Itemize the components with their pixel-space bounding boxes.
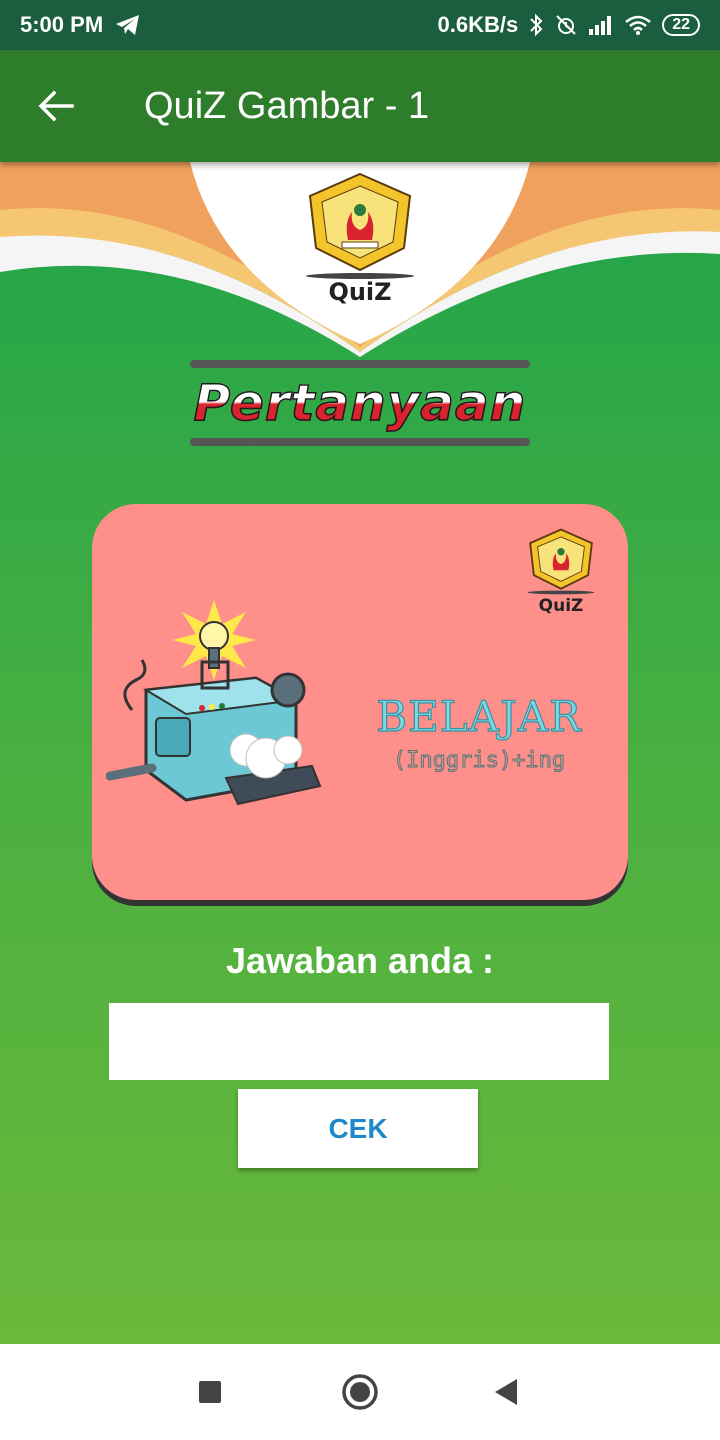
recent-apps-button[interactable]: [186, 1368, 234, 1416]
logo-caption: QuiZ: [328, 278, 392, 306]
telegram-icon: [115, 14, 141, 36]
app-bar: QuiZ Gambar - 1: [0, 50, 720, 162]
card-logo-caption: QuiZ: [538, 596, 584, 616]
home-button[interactable]: [336, 1368, 384, 1416]
card-logo: QuiZ: [524, 524, 598, 624]
banner-title: Pertanyaan: [190, 370, 530, 436]
question-formula: (Inggris)+ing: [392, 748, 566, 774]
question-card: QuiZ BELAJAR (Inggris)+ing: [92, 504, 628, 900]
status-bar: 5:00 PM 0.6KB/s 22: [0, 0, 720, 50]
quiz-content: QuiZ Pertanyaan QuiZ BELAJAR (Inggris)+i…: [0, 162, 720, 1344]
answer-label: Jawaban anda :: [225, 940, 495, 981]
bluetooth-icon: [528, 13, 544, 37]
signal-icon: [588, 15, 614, 35]
university-logo: QuiZ: [300, 170, 420, 318]
machine-illustration: [106, 600, 322, 806]
back-icon: [495, 1379, 517, 1405]
page-title: QuiZ Gambar - 1: [144, 84, 430, 127]
banner-divider-bottom: [190, 438, 530, 446]
status-time: 5:00 PM: [20, 12, 104, 37]
arrow-left-icon: [38, 90, 74, 122]
network-speed: 0.6KB/s: [437, 12, 519, 37]
system-nav-bar: [0, 1344, 720, 1440]
question-word: BELAJAR: [376, 691, 582, 741]
back-nav-button[interactable]: [482, 1368, 530, 1416]
home-icon: [342, 1374, 378, 1410]
banner-divider-top: [190, 360, 530, 368]
check-button[interactable]: CEK: [238, 1089, 478, 1168]
back-button[interactable]: [0, 50, 112, 162]
wifi-icon: [624, 14, 652, 36]
status-indicators: 0.6KB/s 22: [437, 12, 700, 38]
alarm-off-icon: [554, 13, 578, 37]
question-banner: Pertanyaan: [190, 360, 530, 452]
recent-apps-icon: [199, 1381, 221, 1403]
battery-icon: 22: [662, 14, 700, 36]
answer-input[interactable]: [109, 1003, 609, 1080]
